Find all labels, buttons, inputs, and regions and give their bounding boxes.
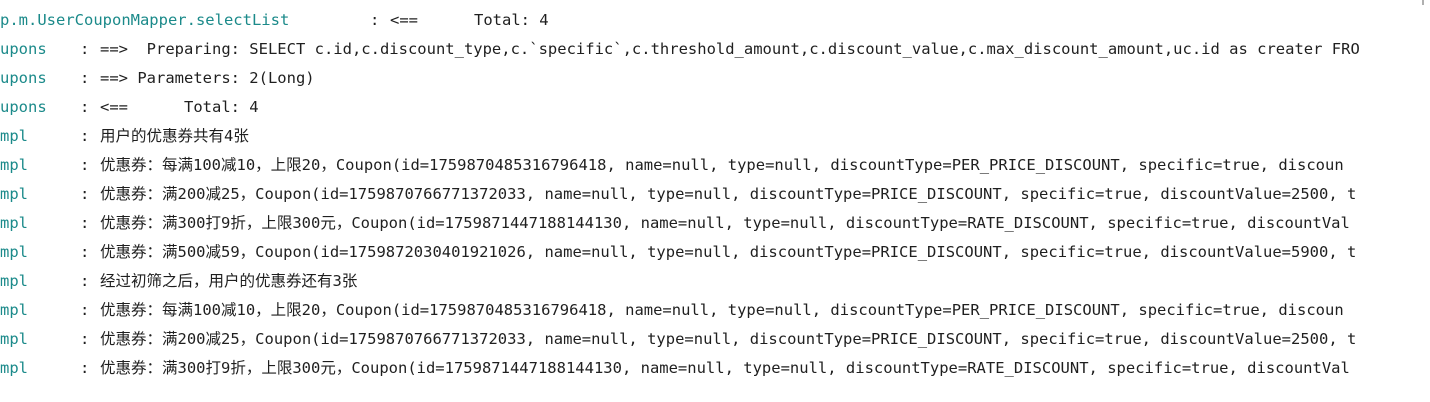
logger-name: mpl — [0, 243, 28, 261]
separator: : — [80, 214, 90, 232]
log-message: 用户的优惠券共有4张 — [100, 127, 249, 145]
separator: : — [80, 243, 90, 261]
log-message: ==> Parameters: 2(Long) — [100, 69, 315, 87]
log-message: 优惠券：满500减59，Coupon(id=175987203040192102… — [100, 243, 1357, 261]
separator: : — [80, 156, 90, 174]
log-line: mpl : 优惠券：满200减25，Coupon(id=175987076677… — [0, 325, 1430, 354]
logger-name: p.m.UserCouponMapper.selectList — [0, 11, 290, 29]
log-message: 优惠券：满300打9折，上限300元，Coupon(id=17598714471… — [100, 214, 1350, 232]
logger-name: mpl — [0, 301, 28, 319]
log-line: p.m.UserCouponMapper.selectList : <== To… — [0, 6, 1430, 35]
log-message: <== Total: 4 — [100, 98, 259, 116]
separator: : — [80, 359, 90, 377]
log-message: 优惠券：满300打9折，上限300元，Coupon(id=17598714471… — [100, 359, 1350, 377]
scrollbar-thumb[interactable] — [1422, 0, 1424, 5]
separator: : — [80, 272, 90, 290]
separator: : — [80, 127, 90, 145]
logger-name: upons — [0, 40, 47, 58]
log-message: 优惠券：每满100减10，上限20，Coupon(id=175987048531… — [100, 301, 1344, 319]
separator: : — [80, 40, 90, 58]
log-line: mpl : 经过初筛之后，用户的优惠券还有3张 — [0, 267, 1430, 296]
logger-name: upons — [0, 98, 47, 116]
log-line: mpl : 优惠券：满500减59，Coupon(id=175987203040… — [0, 238, 1430, 267]
log-message: 优惠券：满200减25，Coupon(id=175987076677137203… — [100, 330, 1357, 348]
log-message: 经过初筛之后，用户的优惠券还有3张 — [100, 272, 358, 290]
log-message: ==> Preparing: SELECT c.id,c.discount_ty… — [100, 40, 1360, 58]
logger-name: mpl — [0, 127, 28, 145]
log-line: mpl : 优惠券：满300打9折，上限300元，Coupon(id=17598… — [0, 354, 1430, 383]
logger-name: mpl — [0, 330, 28, 348]
log-message: 优惠券：满200减25，Coupon(id=175987076677137203… — [100, 185, 1357, 203]
logger-name: upons — [0, 69, 47, 87]
separator: : — [80, 330, 90, 348]
log-line: mpl : 用户的优惠券共有4张 — [0, 122, 1430, 151]
log-message: 优惠券：每满100减10，上限20，Coupon(id=175987048531… — [100, 156, 1344, 174]
separator: : — [80, 185, 90, 203]
log-line: upons : ==> Parameters: 2(Long) — [0, 64, 1430, 93]
logger-name: mpl — [0, 359, 28, 377]
separator: : — [80, 98, 90, 116]
logger-name: mpl — [0, 272, 28, 290]
log-line: mpl : 优惠券：每满100减10，上限20，Coupon(id=175987… — [0, 151, 1430, 180]
logger-name: mpl — [0, 156, 28, 174]
separator: : — [80, 301, 90, 319]
log-line: upons : <== Total: 4 — [0, 93, 1430, 122]
log-message: <== Total: 4 — [390, 11, 549, 29]
logger-name: mpl — [0, 185, 28, 203]
separator: : — [80, 69, 90, 87]
log-line: mpl : 优惠券：每满100减10，上限20，Coupon(id=175987… — [0, 296, 1430, 325]
logger-name: mpl — [0, 214, 28, 232]
console-output[interactable]: p.m.UserCouponMapper.selectList : <== To… — [0, 0, 1430, 402]
log-line: mpl : 优惠券：满300打9折，上限300元，Coupon(id=17598… — [0, 209, 1430, 238]
log-line: upons : ==> Preparing: SELECT c.id,c.dis… — [0, 35, 1430, 64]
log-line: mpl : 优惠券：满200减25，Coupon(id=175987076677… — [0, 180, 1430, 209]
separator: : — [370, 11, 380, 29]
